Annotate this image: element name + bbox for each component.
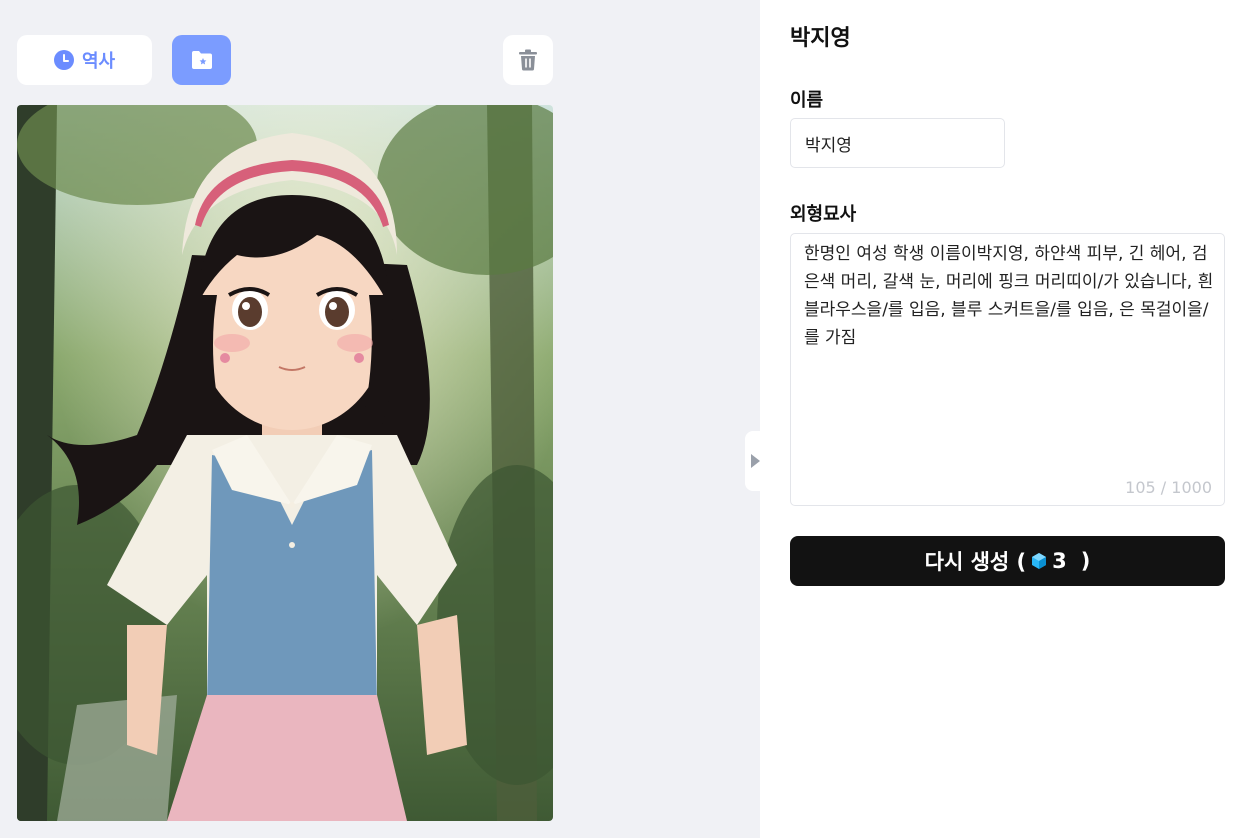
name-label: 이름 — [790, 90, 824, 111]
name-input[interactable] — [790, 118, 1005, 168]
appearance-text: 한명인 여성 학생 이름이박지영, 하얀색 피부, 긴 헤어, 검은색 머리, … — [804, 244, 1214, 348]
character-editor-panel: 박지영 이름 외형묘사 한명인 여성 학생 이름이박지영, 하얀색 피부, 긴 … — [760, 0, 1245, 838]
history-button[interactable]: 역사 — [17, 35, 152, 85]
clock-icon — [53, 50, 74, 70]
history-button-label: 역사 — [81, 51, 116, 72]
caret-right-icon — [750, 454, 760, 468]
collapse-panel-handle[interactable] — [745, 431, 761, 491]
gem-icon — [1032, 553, 1047, 569]
appearance-textarea[interactable]: 한명인 여성 학생 이름이박지영, 하얀색 피부, 긴 헤어, 검은색 머리, … — [790, 233, 1225, 506]
regenerate-close-paren: ) — [1080, 549, 1091, 573]
folder-star-icon — [191, 51, 212, 69]
trash-icon — [519, 49, 537, 71]
regenerate-button[interactable]: 다시 생성 ( 3 ) — [790, 536, 1225, 586]
image-panel: 역사 — [0, 0, 761, 838]
generated-character-image — [17, 105, 553, 821]
delete-button[interactable] — [503, 35, 553, 85]
character-counter: 105 / 1000 — [1125, 478, 1212, 497]
appearance-label: 외형묘사 — [790, 204, 857, 225]
regenerate-label: 다시 생성 ( — [924, 550, 1027, 574]
character-title: 박지영 — [790, 25, 851, 51]
regenerate-cost: 3 — [1052, 549, 1067, 573]
saved-folder-button[interactable] — [172, 35, 231, 85]
